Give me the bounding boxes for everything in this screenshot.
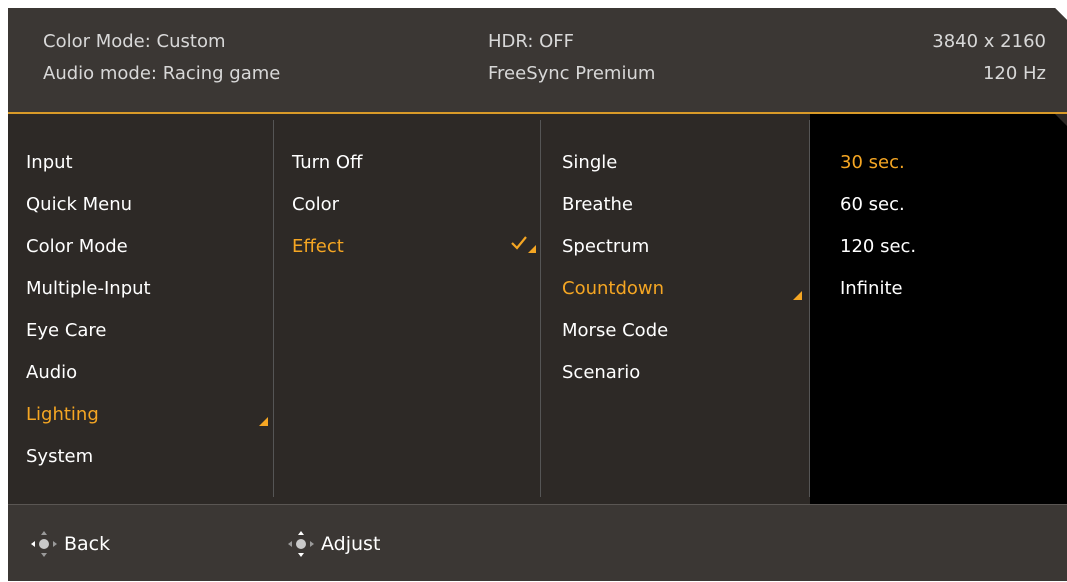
status-header: Color Mode: Custom Audio mode: Racing ga…	[8, 8, 1067, 114]
countdown-option-30[interactable]: 30 sec.	[840, 151, 905, 175]
menu-item-multiple-input[interactable]: Multiple-Input	[26, 277, 151, 301]
effect-item-scenario[interactable]: Scenario	[562, 361, 640, 385]
back-control[interactable]: Back	[30, 530, 110, 558]
adjust-control[interactable]: Adjust	[287, 530, 380, 558]
audio-mode-status: Audio mode: Racing game	[43, 63, 281, 84]
effect-item-breathe[interactable]: Breathe	[562, 193, 633, 217]
back-label: Back	[64, 533, 111, 555]
adjust-label: Adjust	[321, 533, 381, 555]
freesync-status: FreeSync Premium	[488, 63, 656, 84]
effect-item-spectrum[interactable]: Spectrum	[562, 235, 649, 259]
control-footer: Back Adjust	[8, 504, 1067, 581]
check-icon	[511, 236, 536, 253]
menu-item-lighting[interactable]: Lighting	[26, 403, 99, 427]
refresh-rate-status: 120 Hz	[982, 63, 1046, 84]
resolution-status: 3840 x 2160	[932, 31, 1046, 52]
menu-item-eye-care[interactable]: Eye Care	[26, 319, 107, 343]
submenu-triangle-icon	[793, 291, 802, 300]
menu-item-system[interactable]: System	[26, 445, 93, 469]
countdown-option-60[interactable]: 60 sec.	[840, 193, 905, 217]
menu-item-input[interactable]: Input	[26, 151, 73, 175]
column-divider	[540, 120, 541, 497]
lighting-item-turn-off[interactable]: Turn Off	[292, 151, 362, 175]
submenu-triangle-icon	[259, 417, 268, 426]
countdown-option-120[interactable]: 120 sec.	[840, 235, 916, 259]
color-mode-status: Color Mode: Custom	[43, 31, 226, 52]
menu-item-audio[interactable]: Audio	[26, 361, 77, 385]
lighting-item-effect[interactable]: Effect	[292, 235, 344, 259]
lighting-item-color[interactable]: Color	[292, 193, 339, 217]
effect-item-single[interactable]: Single	[562, 151, 617, 175]
effect-item-morse-code[interactable]: Morse Code	[562, 319, 668, 343]
column-divider	[273, 120, 274, 497]
menu-item-color-mode[interactable]: Color Mode	[26, 235, 128, 259]
joystick-icon	[31, 531, 57, 557]
column-divider	[809, 120, 810, 497]
menu-area: Input Quick Menu Color Mode Multiple-Inp…	[8, 114, 1067, 504]
countdown-option-infinite[interactable]: Infinite	[840, 277, 903, 301]
effect-item-countdown[interactable]: Countdown	[562, 277, 664, 301]
hdr-status: HDR: OFF	[488, 31, 575, 52]
osd-window: Color Mode: Custom Audio mode: Racing ga…	[8, 8, 1067, 581]
menu-item-quick-menu[interactable]: Quick Menu	[26, 193, 132, 217]
joystick-icon	[288, 531, 314, 557]
